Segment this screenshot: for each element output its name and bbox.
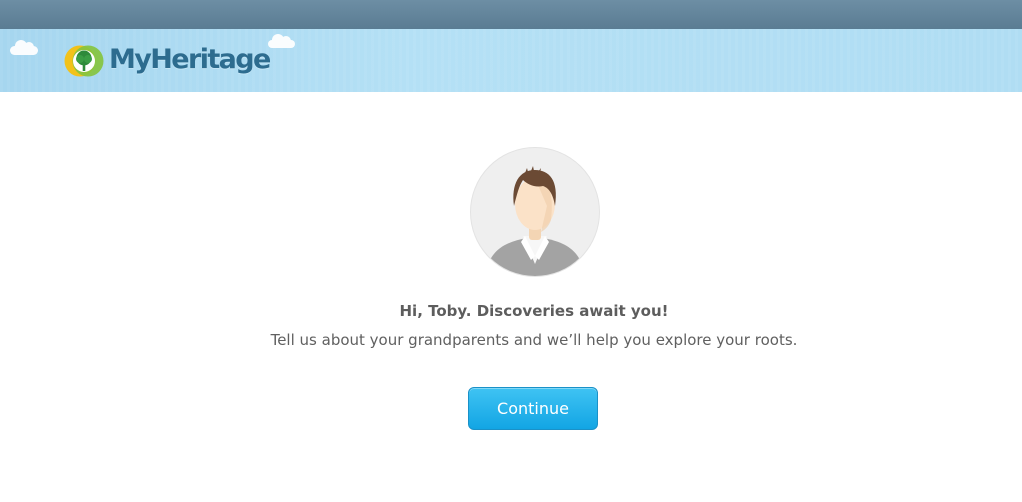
avatar — [470, 147, 600, 277]
continue-button[interactable]: Continue — [468, 387, 598, 430]
logo-text: MyHeritage — [109, 44, 271, 75]
myheritage-logo[interactable]: MyHeritage — [64, 43, 271, 79]
intro-text: Tell us about your grandparents and we’l… — [270, 331, 798, 349]
top-bar — [0, 0, 1022, 29]
header: MyHeritage — [0, 29, 1022, 92]
cloud-decoration — [268, 34, 295, 48]
tree-logo-icon — [64, 45, 104, 77]
greeting-heading: Hi, Toby. Discoveries await you! — [399, 302, 669, 320]
default-male-avatar-icon — [485, 166, 585, 276]
cloud-decoration — [10, 40, 38, 55]
